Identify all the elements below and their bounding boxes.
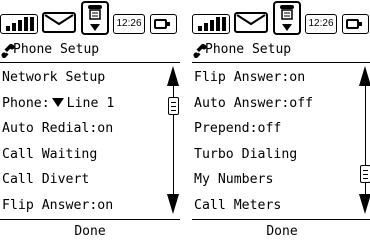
phone-screen-left: 12:26 Phone Setup Network Setup Phone: Line … [0,0,180,244]
scroll-up-arrow-icon[interactable] [359,66,370,86]
scrollbar-track [365,76,366,204]
scrollbar-thumb[interactable] [168,96,179,115]
menu-item[interactable]: Call Waiting [0,142,166,168]
menu-item[interactable]: Network Setup [0,65,166,91]
phone-screen-right: 12:26 Phone Setup Flip Answer:on Auto Answe… [192,0,370,244]
page-title-text: Phone Setup [13,42,100,57]
dropdown-arrow-icon[interactable] [51,98,64,107]
menu-item-label: Phone: [2,95,50,111]
menu-item[interactable]: My Numbers [192,167,358,193]
battery-icon [342,14,369,34]
battery-icon [150,14,177,34]
menu-item-phone-line[interactable]: Phone: Line 1 [0,91,166,117]
status-bar: 12:26 [0,0,180,36]
scroll-down-arrow-icon[interactable] [167,194,179,214]
menu-item[interactable]: Auto Answer:off [192,91,358,117]
phone-menu-icon[interactable] [81,1,109,35]
menu-item[interactable]: Turbo Dialing [192,142,358,168]
settings-menu-list: Network Setup Phone: Line 1 Auto Redial:on C… [0,65,166,218]
clock-time: 12:26 [113,14,145,34]
scrollbar[interactable] [359,66,370,214]
signal-strength-icon [0,14,38,34]
menu-item[interactable]: Prepend:off [192,116,358,142]
menu-item[interactable]: Call Divert [0,167,166,193]
separator-line [0,62,180,63]
page-title: Phone Setup [192,40,370,60]
phone-menu-icon[interactable] [273,1,301,35]
done-softkey[interactable]: Done [0,220,180,244]
menu-item[interactable]: Flip Answer:on [192,65,358,91]
menu-item[interactable]: Flip Answer:on [0,193,166,219]
scroll-down-arrow-icon[interactable] [359,194,370,214]
done-softkey[interactable]: Done [192,220,370,244]
clock-time: 12:26 [305,14,337,34]
scrollbar-track [173,76,174,204]
menu-item[interactable]: Auto Redial:on [0,116,166,142]
scrollbar-thumb[interactable] [360,165,370,184]
message-envelope-icon[interactable] [234,12,268,33]
scroll-up-arrow-icon[interactable] [167,66,179,86]
message-envelope-icon[interactable] [42,12,76,33]
separator-line [192,62,370,63]
page-title-text: Phone Setup [205,42,292,57]
status-bar: 12:26 [192,0,370,36]
page-title: Phone Setup [0,40,180,60]
settings-menu-list: Flip Answer:on Auto Answer:off Prepend:off… [192,65,358,218]
signal-strength-icon [192,14,230,34]
menu-item-value: Line 1 [66,95,115,111]
scrollbar[interactable] [167,66,180,214]
menu-item[interactable]: Call Meters [192,193,358,219]
